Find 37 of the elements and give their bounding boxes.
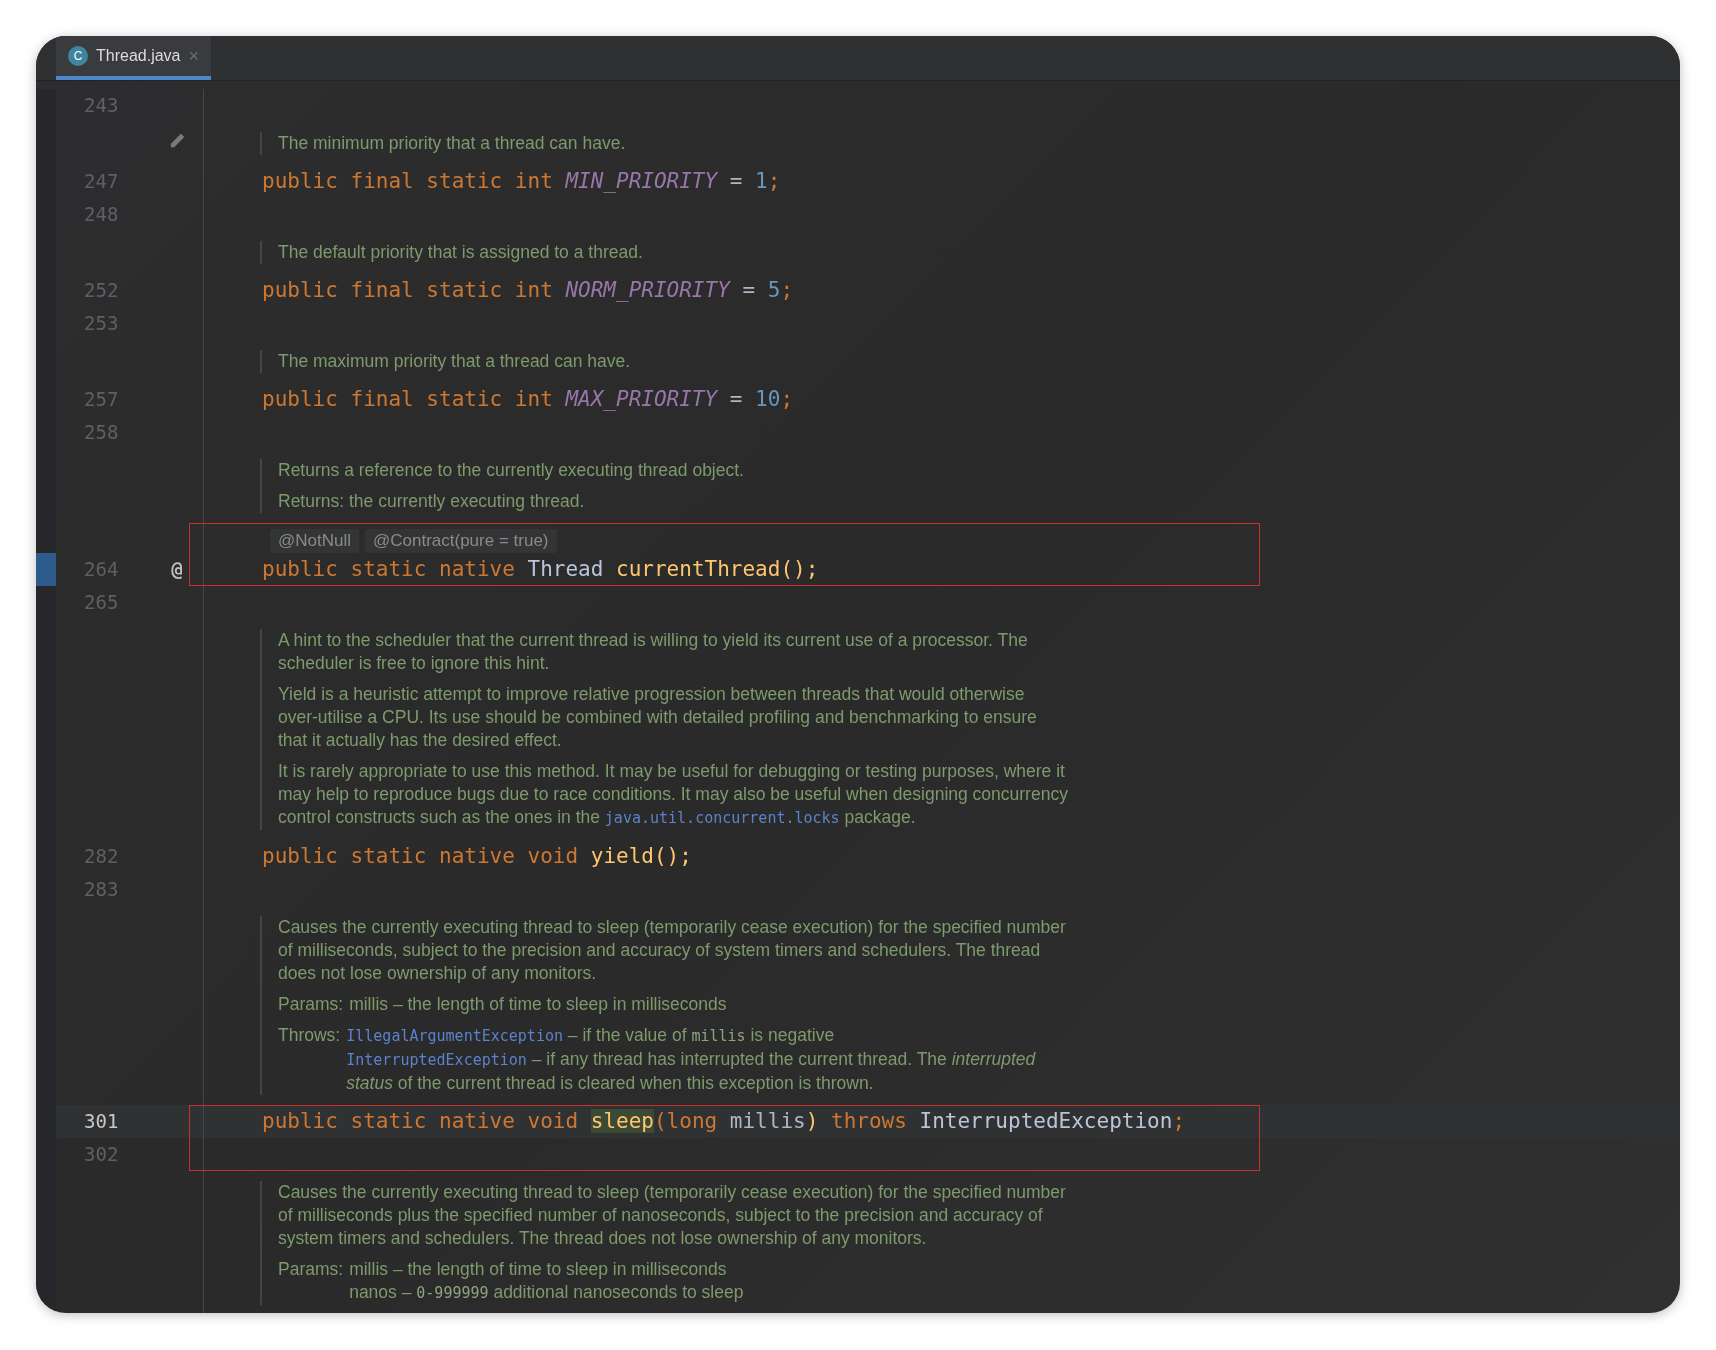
doc-paragraph: Returns: the currently executing thread. xyxy=(278,490,586,513)
annotation-hint: @NotNull xyxy=(270,529,359,553)
doc-tag-text: IllegalArgumentException – if the value of millis is negative xyxy=(346,1024,836,1047)
code-line: public final static int NORM_PRIORITY = 5; xyxy=(262,277,795,304)
doc-paragraph: A hint to the scheduler that the current thread is willing to yield its current use of a processor. The scheduler is free to ignore this hint. xyxy=(278,629,1029,675)
code-line: public final static int MAX_PRIORITY = 10; xyxy=(262,386,795,413)
doc-tag-label: Throws: xyxy=(278,1024,341,1047)
line-number: 282 xyxy=(84,845,119,867)
doc-tag-text: millis – the length of time to sleep in milliseconds xyxy=(349,993,728,1016)
doc-paragraph: Yield is a heuristic attempt to improve relative progression between threads that would otherwise over-utilise a CPU. Its use should be combined with detailed profiling and benchmarking to ensure that it actually has the desired effect. xyxy=(278,683,1038,752)
code-line: public static native void yield(); xyxy=(262,843,693,870)
code-line: public static native Thread currentThread(); xyxy=(262,556,820,583)
doc-link[interactable]: java.util.concurrent.locks xyxy=(604,809,840,827)
doc-tag-text: nanos – 0-999999 additional nanoseconds to sleep xyxy=(349,1281,745,1304)
doc-paragraph: Causes the currently executing thread to sleep (temporarily cease execution) for the specified number of milliseconds, subject to the precision and accuracy of system timers and schedulers. The thread does not lose ownership of any monitors. xyxy=(278,916,1067,985)
pencil-icon[interactable] xyxy=(168,132,186,150)
line-number: 283 xyxy=(84,878,119,900)
doc-paragraph: It is rarely appropriate to use this method. It may be useful for debugging or testing purposes, where it may help to reproduce bugs due to race conditions. It may also be useful when designing concurrency control constructs such as the ones in the java.util.concurrent.locks package. xyxy=(278,760,1068,829)
doc-paragraph: Causes the currently executing thread to sleep (temporarily cease execution) for the specified number of milliseconds plus the specified number of nanoseconds, subject to the precision and accuracy of system timers and schedulers. The thread does not lose ownership of any monitors. xyxy=(278,1181,1067,1250)
doc-paragraph: The maximum priority that a thread can have. xyxy=(278,350,632,373)
doc-tag-label: Params: xyxy=(278,993,344,1016)
gutter-mark[interactable]: @ xyxy=(171,553,183,586)
doc-tag-text: InterruptedException – if any thread has interrupted the current thread. The interrupted status of the current thread is cleared when this exception is thrown. xyxy=(346,1048,1037,1095)
doc-paragraph: The minimum priority that a thread can have. xyxy=(278,132,627,155)
close-icon[interactable]: × xyxy=(188,45,199,67)
class-file-icon: C xyxy=(68,46,88,66)
doc-tag-label: Params: xyxy=(278,1258,344,1281)
doc-tag-text: millis – the length of time to sleep in milliseconds xyxy=(349,1258,728,1281)
line-number: 301 xyxy=(84,1110,119,1132)
line-number: 302 xyxy=(84,1143,119,1165)
code-line: public final static int MIN_PRIORITY = 1; xyxy=(262,168,782,195)
doc-link[interactable]: InterruptedException xyxy=(346,1051,527,1069)
annotation-hint: @Contract(pure = true) xyxy=(365,529,557,553)
doc-paragraph: Returns a reference to the currently executing thread object. xyxy=(278,459,745,482)
doc-link[interactable]: IllegalArgumentException xyxy=(346,1027,563,1045)
file-tab[interactable]: C Thread.java × xyxy=(56,36,211,80)
doc-paragraph: The default priority that is assigned to a thread. xyxy=(278,241,644,264)
